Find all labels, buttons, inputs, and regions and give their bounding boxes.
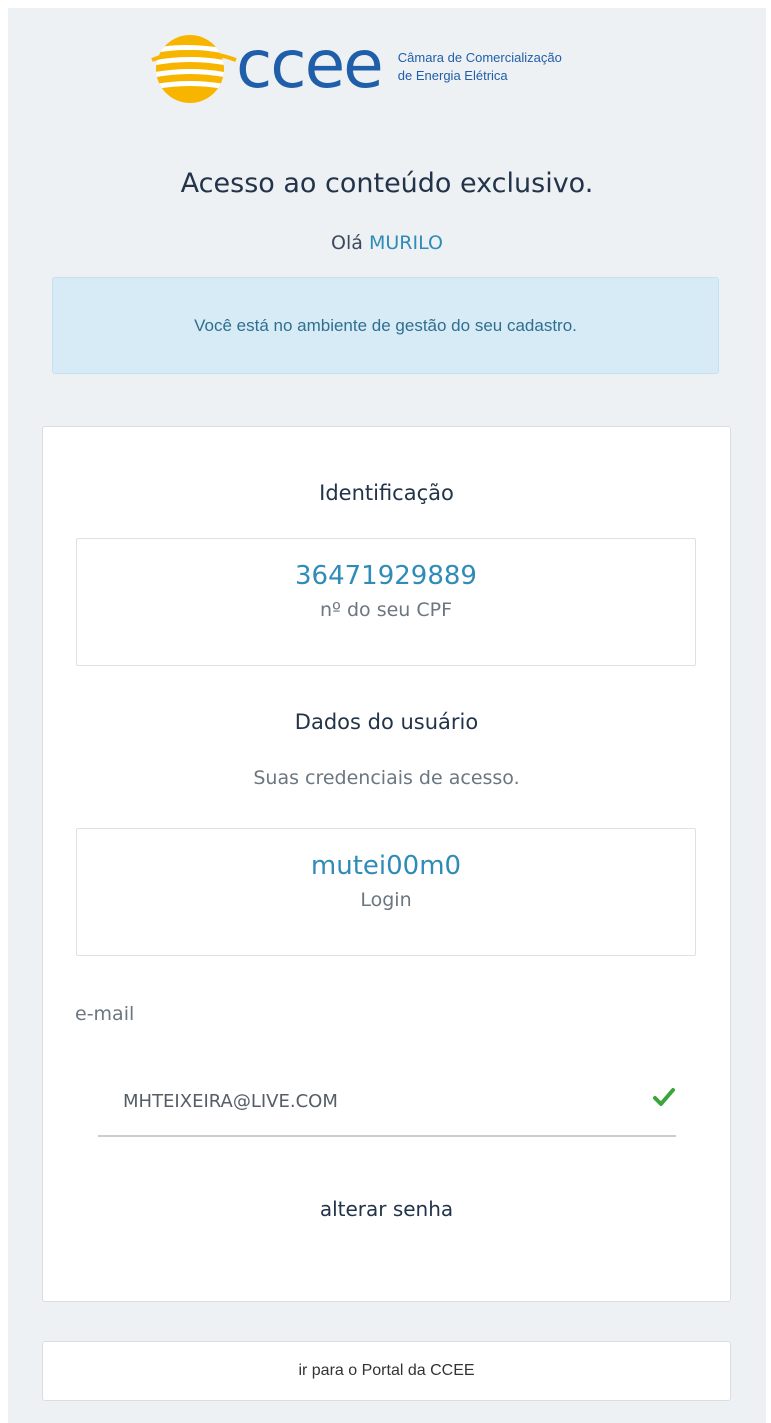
cpf-label: nº do seu CPF: [319, 599, 453, 621]
logo-tagline-line1: Câmara de Comercialização: [397, 50, 562, 65]
user-data-title: Dados do usuário: [294, 710, 479, 734]
greeting: Olá MURILO: [8, 232, 766, 254]
login-box: mutei00m0 Login: [76, 828, 696, 956]
ccee-sun-logo-icon: [151, 35, 237, 103]
portal-button[interactable]: ir para o Portal da CCEE: [42, 1341, 731, 1401]
user-name: MURILO: [368, 232, 443, 254]
portal-button-label: ir para o Portal da CCEE: [298, 1362, 475, 1379]
page-title: Acesso ao conteúdo exclusivo.: [180, 168, 594, 199]
profile-card: Identificação 36471929889 nº do seu CPF …: [42, 426, 731, 1302]
page-container: ccee Câmara de Comercialização de Energi…: [8, 8, 766, 1423]
info-alert-message: Você está no ambiente de gestão do seu c…: [194, 315, 577, 335]
login-label: Login: [360, 889, 412, 911]
check-icon: [653, 1088, 675, 1106]
logo-wordmark: ccee: [236, 26, 384, 103]
logo-tagline-line2: de Energia Elétrica: [397, 68, 508, 83]
email-field: [98, 1081, 676, 1137]
email-input[interactable]: [123, 1091, 643, 1112]
email-label: e-mail: [75, 1003, 135, 1025]
cpf-box: 36471929889 nº do seu CPF: [76, 538, 696, 666]
user-data-description: Suas credenciais de acesso.: [253, 767, 520, 789]
ccee-logo: ccee Câmara de Comercialização de Energi…: [148, 30, 562, 108]
cpf-value: 36471929889: [295, 561, 477, 591]
greeting-prefix: Olá: [331, 232, 363, 254]
logo-tagline: Câmara de Comercialização de Energia Elé…: [398, 49, 562, 85]
change-password-link[interactable]: alterar senha: [43, 1197, 730, 1221]
info-alert: Você está no ambiente de gestão do seu c…: [52, 277, 719, 374]
login-value: mutei00m0: [310, 851, 462, 881]
identification-title: Identificação: [319, 481, 454, 505]
